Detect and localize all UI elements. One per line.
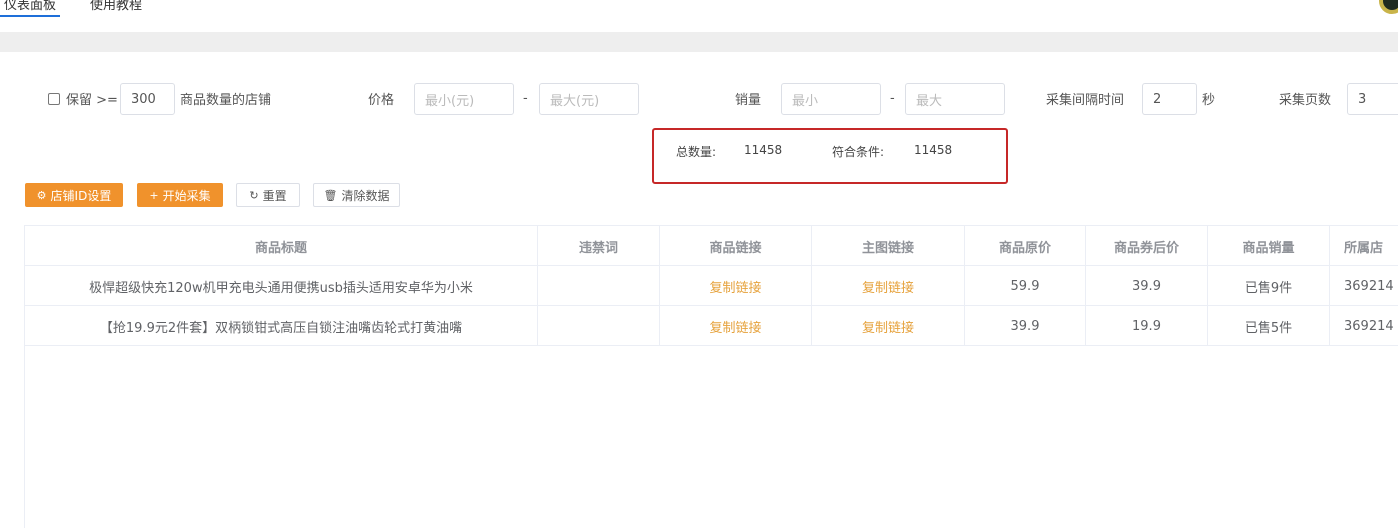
- clear-data-label: 清除数据: [341, 188, 390, 203]
- clear-data-button[interactable]: 🗑 清除数据: [313, 183, 400, 207]
- cell-sales: 已售5件: [1208, 306, 1330, 346]
- keep-count-input[interactable]: 300: [120, 83, 175, 115]
- settings-icon: ⚙: [36, 188, 47, 202]
- start-collect-button[interactable]: + 开始采集: [137, 183, 223, 207]
- copy-product-link[interactable]: 复制链接: [709, 317, 761, 336]
- shop-id-settings-button[interactable]: ⚙ 店铺ID设置: [25, 183, 123, 207]
- sales-min-input[interactable]: 最小: [781, 83, 881, 115]
- cell-image-link: 复制链接: [812, 306, 965, 346]
- price-dash: -: [523, 91, 528, 106]
- match-label: 符合条件:: [832, 145, 885, 159]
- interval-unit: 秒: [1202, 93, 1216, 108]
- header-image-link: 主图链接: [812, 226, 965, 266]
- sales-label: 销量: [735, 93, 762, 108]
- cell-image-link: 复制链接: [812, 266, 965, 306]
- copy-image-link[interactable]: 复制链接: [862, 317, 914, 336]
- divider-band: [0, 32, 1398, 52]
- interval-label: 采集间隔时间: [1046, 93, 1125, 108]
- cell-orig-price: 39.9: [965, 306, 1086, 346]
- table-row: 【抢19.9元2件套】双柄锁钳式高压自锁注油嘴齿轮式打黄油嘴 复制链接 复制链接…: [25, 306, 1398, 346]
- start-collect-label: 开始采集: [162, 188, 211, 203]
- sales-max-input[interactable]: 最大: [905, 83, 1005, 115]
- trash-icon: 🗑: [323, 188, 338, 202]
- pages-label: 采集页数: [1279, 93, 1332, 108]
- plus-icon: +: [149, 188, 159, 202]
- copy-product-link[interactable]: 复制链接: [709, 277, 761, 296]
- price-max-input[interactable]: 最大(元): [539, 83, 639, 115]
- header-shop: 所属店: [1344, 240, 1384, 256]
- table-row: 极悍超级快充120w机甲充电头通用便携usb插头适用安卓华为小米 复制链接 复制…: [25, 266, 1398, 306]
- cell-banned: [538, 266, 660, 306]
- interval-input[interactable]: 2: [1142, 83, 1197, 115]
- header-banned: 违禁词: [538, 226, 660, 266]
- cell-coupon-price: 39.9: [1086, 266, 1208, 306]
- header-title: 商品标题: [25, 226, 538, 266]
- cell-shop: 369214: [1344, 278, 1394, 294]
- sales-dash: -: [890, 91, 895, 106]
- refresh-icon: ↻: [249, 188, 259, 202]
- price-label: 价格: [368, 93, 395, 108]
- cell-coupon-price: 19.9: [1086, 306, 1208, 346]
- tab-dashboard[interactable]: 仪表面板: [0, 0, 61, 17]
- cell-orig-price: 59.9: [965, 266, 1086, 306]
- header-orig-price: 商品原价: [965, 226, 1086, 266]
- pages-input[interactable]: 3: [1347, 83, 1398, 115]
- total-label: 总数量:: [676, 145, 717, 159]
- cell-sales: 已售9件: [1208, 266, 1330, 306]
- reset-button[interactable]: ↻ 重置: [236, 183, 300, 207]
- shop-id-settings-label: 店铺ID设置: [50, 188, 112, 203]
- cell-product-link: 复制链接: [660, 266, 812, 306]
- header-coupon-price: 商品券后价: [1086, 226, 1208, 266]
- table-header: 商品标题 违禁词 商品链接 主图链接 商品原价 商品券后价 商品销量 所属店: [25, 226, 1398, 266]
- keep-checkbox-group: 保留 >=: [48, 82, 118, 115]
- cell-product-link: 复制链接: [660, 306, 812, 346]
- cell-banned: [538, 306, 660, 346]
- price-min-input[interactable]: 最小(元): [414, 83, 514, 115]
- header-sales: 商品销量: [1208, 226, 1330, 266]
- filter-row: 保留 >= 300 商品数量的店铺 价格 最小(元) - 最大(元) 销量 最小…: [0, 82, 1398, 116]
- reset-label: 重置: [262, 188, 287, 203]
- header-product-link: 商品链接: [660, 226, 812, 266]
- keep-checkbox[interactable]: [48, 92, 60, 105]
- product-table: 商品标题 违禁词 商品链接 主图链接 商品原价 商品券后价 商品销量 所属店 极…: [24, 225, 1398, 528]
- keep-suffix-label: 商品数量的店铺: [180, 93, 272, 108]
- copy-image-link[interactable]: 复制链接: [862, 277, 914, 296]
- cell-title: 极悍超级快充120w机甲充电头通用便携usb插头适用安卓华为小米: [25, 266, 538, 306]
- cell-shop: 369214: [1344, 318, 1394, 334]
- tab-tutorial[interactable]: 使用教程: [90, 0, 142, 13]
- cell-title: 【抢19.9元2件套】双柄锁钳式高压自锁注油嘴齿轮式打黄油嘴: [25, 306, 538, 346]
- keep-label: 保留 >=: [66, 93, 118, 108]
- total-value: 11458: [744, 143, 783, 157]
- match-value: 11458: [914, 143, 953, 157]
- avatar[interactable]: [1379, 0, 1398, 14]
- totals-box: 总数量: 11458 符合条件: 11458: [652, 128, 1008, 184]
- top-tab-bar: 仪表面板 使用教程: [0, 0, 1398, 32]
